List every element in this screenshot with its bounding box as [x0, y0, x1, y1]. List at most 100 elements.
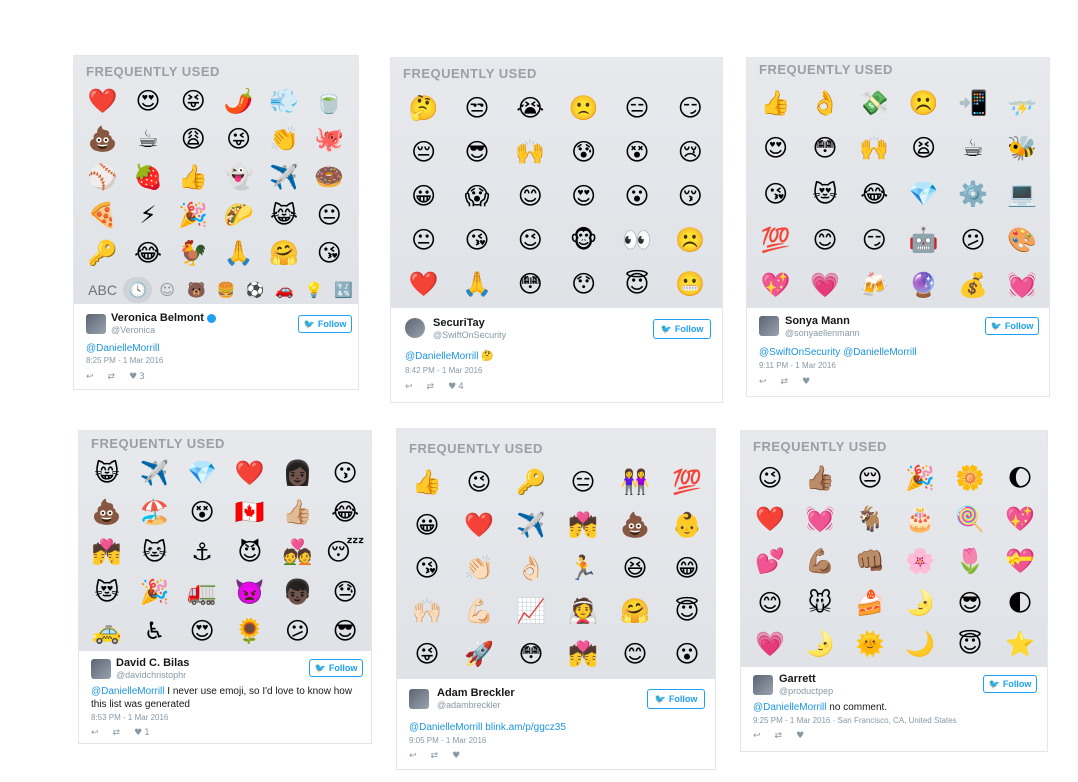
emoji-key[interactable]: 😏 — [850, 217, 899, 263]
mention-link[interactable]: @DanielleMorrill — [753, 702, 827, 713]
mention-link[interactable]: @DanielleMorrill blink.am/p/ggcz35 — [409, 722, 566, 733]
emoji-key[interactable]: ✈️ — [505, 504, 557, 547]
emoji-key[interactable]: 🌓 — [995, 582, 1045, 624]
emoji-key[interactable]: ☹️ — [899, 80, 948, 126]
emoji-key[interactable]: 🍭 — [945, 499, 995, 541]
emoji-key[interactable]: 🙌🏻 — [401, 589, 453, 632]
emoji-key[interactable]: ☕ — [125, 120, 170, 158]
emoji-key[interactable]: 😍 — [557, 174, 610, 218]
mention-link[interactable]: @DanielleMorrill — [91, 686, 165, 697]
like-button[interactable]: ♥ 3 — [129, 372, 145, 382]
user-name[interactable]: Adam Breckler — [437, 687, 515, 699]
emoji-key[interactable]: 👌🏻 — [505, 547, 557, 590]
emoji-key[interactable]: 🐱 — [131, 532, 179, 572]
emoji-key[interactable]: 😔 — [845, 457, 895, 499]
emoji-key[interactable]: 😏 — [664, 86, 717, 130]
emoji-key[interactable]: 💯 — [751, 217, 800, 263]
retweet-icon[interactable]: ⇄ — [781, 377, 789, 387]
emoji-key[interactable]: 😊 — [609, 632, 661, 675]
emoji-key[interactable]: 🔮 — [899, 262, 948, 308]
emoji-key[interactable]: 😫 — [899, 126, 948, 172]
emoji-key[interactable]: 😂 — [321, 493, 369, 533]
emoji-key[interactable]: 🍩 — [307, 158, 352, 196]
emoji-key[interactable]: 👿 — [226, 572, 274, 612]
follow-button[interactable]: 🐦 Follow — [983, 675, 1037, 693]
emoji-key[interactable]: ❤️ — [453, 504, 505, 547]
tweet-timestamp[interactable]: 8:25 PM - 1 Mar 2016 — [86, 356, 163, 365]
emoji-key[interactable]: 😚 — [664, 174, 717, 218]
emoji-key[interactable]: 🔑 — [505, 461, 557, 504]
emoji-key[interactable]: 🏃 — [557, 547, 609, 590]
emoji-key[interactable]: 👭 — [609, 461, 661, 504]
emoji-key[interactable]: 😀 — [397, 174, 450, 218]
emoji-key[interactable]: 👻 — [216, 158, 261, 196]
emoji-key[interactable]: 💰 — [948, 262, 997, 308]
emoji-key[interactable]: 🚀 — [453, 632, 505, 675]
emoji-key[interactable]: 🤗 — [261, 234, 306, 272]
emoji-key[interactable]: 😘 — [401, 547, 453, 590]
emoji-key[interactable]: 😂 — [850, 171, 899, 217]
like-button[interactable]: ♥ — [796, 731, 806, 741]
like-button[interactable]: ♥ — [452, 751, 462, 761]
emoji-key[interactable]: 🙏 — [216, 234, 261, 272]
emoji-key[interactable]: ❤️ — [226, 453, 274, 493]
emoji-key[interactable]: 😉 — [453, 461, 505, 504]
emoji-key[interactable]: 🤗 — [609, 589, 661, 632]
animal-icon[interactable]: 🐻 — [182, 277, 211, 303]
emoji-key[interactable]: ⚾ — [80, 158, 125, 196]
smiley-icon[interactable]: ☺ — [152, 277, 181, 303]
emoji-key[interactable]: 💏 — [557, 504, 609, 547]
emoji-key[interactable]: ♿ — [131, 611, 179, 651]
emoji-key[interactable]: 🙏 — [450, 262, 503, 306]
emoji-key[interactable]: 🌛 — [795, 623, 845, 665]
emoji-key[interactable]: ⚙️ — [948, 171, 997, 217]
emoji-key[interactable]: 😊 — [745, 582, 795, 624]
emoji-key[interactable]: 🎉 — [131, 572, 179, 612]
emoji-key[interactable]: 😍 — [125, 82, 170, 120]
emoji-key[interactable]: 😇 — [610, 262, 663, 306]
emoji-key[interactable]: 😳 — [800, 126, 849, 172]
mention-link[interactable]: @SwiftOnSecurity @DanielleMorrill — [759, 347, 917, 358]
emoji-key[interactable]: 🚕 — [83, 611, 131, 651]
food-icon[interactable]: 🍔 — [211, 277, 240, 303]
emoji-key[interactable]: 😬 — [664, 262, 717, 306]
retweet-icon[interactable]: ⇄ — [108, 372, 116, 382]
like-button[interactable]: ♥ 1 — [134, 728, 150, 738]
emoji-key[interactable]: 😑 — [557, 461, 609, 504]
emoji-key[interactable]: 💯 — [661, 461, 713, 504]
emoji-key[interactable]: 😻 — [800, 171, 849, 217]
reply-icon[interactable]: ↩ — [753, 731, 761, 741]
emoji-key[interactable]: 💪🏻 — [453, 589, 505, 632]
emoji-key[interactable]: 😘 — [307, 234, 352, 272]
like-button[interactable]: ♥ 4 — [448, 382, 464, 392]
emoji-key[interactable]: 🌶️ — [216, 82, 261, 120]
emoji-key[interactable]: 💖 — [751, 262, 800, 308]
emoji-key[interactable]: 😜 — [216, 120, 261, 158]
emoji-key[interactable]: 💩 — [609, 504, 661, 547]
emoji-key[interactable]: 💪🏽 — [795, 540, 845, 582]
reply-icon[interactable]: ↩ — [405, 382, 413, 392]
emoji-key[interactable]: 💓 — [998, 262, 1047, 308]
emoji-key[interactable]: 🐵 — [557, 218, 610, 262]
emoji-key[interactable]: 😮 — [661, 632, 713, 675]
emoji-key[interactable]: 🌻 — [226, 611, 274, 651]
emoji-key[interactable]: 😹 — [261, 196, 306, 234]
emoji-key[interactable]: 😜 — [401, 632, 453, 675]
emoji-key[interactable]: 🐐 — [845, 499, 895, 541]
avatar[interactable] — [409, 689, 429, 709]
tweet-timestamp[interactable]: 9:11 PM - 1 Mar 2016 — [759, 361, 836, 370]
emoji-key[interactable]: 💎 — [899, 171, 948, 217]
reply-icon[interactable]: ↩ — [759, 377, 767, 387]
mention-link[interactable]: @DanielleMorrill — [405, 351, 479, 362]
emoji-key[interactable]: 😩 — [171, 120, 216, 158]
emoji-key[interactable]: 😉 — [745, 457, 795, 499]
emoji-key[interactable]: 🔑 — [80, 234, 125, 272]
emoji-key[interactable]: 😴 — [321, 532, 369, 572]
emoji-key[interactable]: 😎 — [450, 130, 503, 174]
emoji-key[interactable]: 📲 — [948, 80, 997, 126]
emoji-key[interactable]: 👍 — [401, 461, 453, 504]
emoji-key[interactable]: 😍 — [751, 126, 800, 172]
emoji-key[interactable]: 💗 — [800, 262, 849, 308]
sports-icon[interactable]: ⚽ — [241, 277, 270, 303]
emoji-key[interactable]: 😁 — [661, 547, 713, 590]
